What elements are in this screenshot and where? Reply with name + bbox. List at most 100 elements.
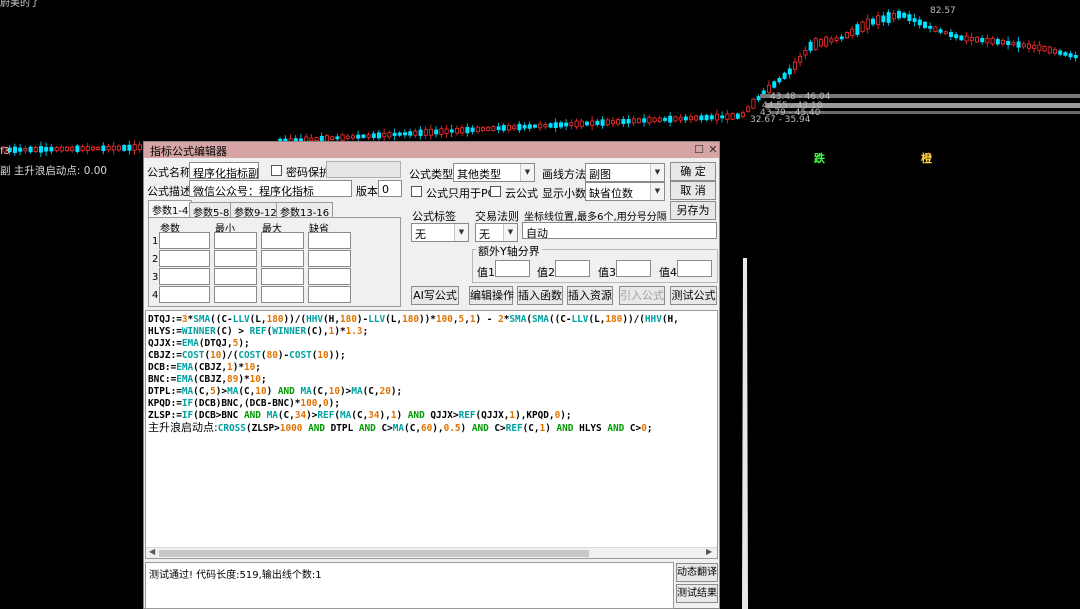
candle-body (605, 119, 610, 126)
ai-write-formula-button[interactable]: AI写公式 (411, 286, 459, 305)
candle-body (746, 106, 751, 112)
candle-body (54, 147, 59, 152)
candle-body (975, 36, 980, 43)
axis-left-label: f3 (0, 146, 10, 157)
chevron-down-icon: ▼ (454, 224, 468, 241)
cloud-formula-checkbox[interactable] (490, 186, 501, 197)
cancel-button[interactable]: 取 消 (670, 181, 716, 200)
candle-body (96, 146, 101, 150)
close-icon[interactable]: ✕ (706, 142, 720, 157)
scrollbar-thumb[interactable] (159, 550, 589, 557)
param-row-number: 3 (152, 272, 159, 283)
candle-body (704, 114, 709, 121)
dynamic-translate-button[interactable]: 动态翻译 (676, 563, 718, 582)
param-default-field[interactable] (308, 286, 351, 303)
param-default-field[interactable] (308, 250, 351, 267)
candle-body (995, 38, 1000, 45)
param-max-field[interactable] (261, 268, 304, 285)
formula-type-label: 公式类型 (409, 168, 453, 181)
test-formula-button[interactable]: 测试公式 (670, 286, 717, 305)
maximize-icon[interactable]: ☐ (692, 142, 706, 157)
value1-field[interactable] (495, 260, 530, 277)
candle-body (1016, 41, 1021, 48)
candle-body (1021, 43, 1026, 48)
code-line: DTQJ:=3*SMA((C-LLV(L,180))/(HHV(H,180)-L… (148, 314, 679, 325)
coord-line-field[interactable]: 自动 (522, 222, 717, 239)
candle-body (39, 146, 44, 153)
param-name-field[interactable] (159, 250, 210, 267)
param-max-field[interactable] (261, 286, 304, 303)
param-min-field[interactable] (214, 286, 257, 303)
pc-only-checkbox[interactable] (411, 186, 422, 197)
import-formula-button[interactable]: 引入公式 (619, 286, 665, 305)
insert-resource-button[interactable]: 插入资源 (567, 286, 613, 305)
code-line: CBJZ:=COST(10)/(COST(80)-COST(10)); (148, 350, 346, 361)
param-max-field[interactable] (261, 250, 304, 267)
trade-rule-select[interactable]: 无 ▼ (475, 223, 518, 242)
candle-body (923, 21, 928, 29)
horizontal-scrollbar[interactable]: ◀ ▶ (146, 547, 717, 558)
value3-field[interactable] (616, 260, 651, 277)
candle-body (600, 119, 605, 126)
formula-type-value: 其他类型 (457, 168, 501, 181)
candle-body (928, 25, 933, 29)
value3-label: 值3 (598, 266, 616, 279)
formula-name-field[interactable]: 程序化指标副 (189, 162, 259, 179)
param-name-field[interactable] (159, 232, 210, 249)
param-default-field[interactable] (308, 232, 351, 249)
candle-body (392, 132, 397, 136)
scroll-right-icon[interactable]: ▶ (706, 547, 712, 556)
candle-body (397, 132, 402, 136)
ok-button[interactable]: 确 定 (670, 162, 716, 181)
formula-tag-label: 公式标签 (412, 210, 456, 223)
code-line: KPQD:=IF(DCB)BNC,(DCB-BNC)*100,0); (148, 398, 340, 409)
candle-body (59, 146, 64, 152)
value4-label: 值4 (659, 266, 677, 279)
formula-tag-select[interactable]: 无 ▼ (411, 223, 469, 242)
param-default-field[interactable] (308, 268, 351, 285)
save-as-button[interactable]: 另存为 (670, 201, 716, 220)
candle-body (1063, 52, 1068, 56)
param-min-field[interactable] (214, 268, 257, 285)
test-result-button[interactable]: 测试结果 (676, 584, 718, 603)
formula-type-select[interactable]: 其他类型 ▼ (453, 163, 535, 182)
param-name-field[interactable] (159, 286, 210, 303)
param-min-field[interactable] (214, 232, 257, 249)
candle-body (798, 56, 803, 63)
tab-params-13-16[interactable]: 参数13-16 (276, 202, 334, 219)
tab-params-9-12[interactable]: 参数9-12 (230, 202, 281, 219)
title-bar[interactable]: 指标公式编辑器 ☐ ✕ (144, 142, 719, 158)
value2-field[interactable] (555, 260, 590, 277)
param-max-field[interactable] (261, 232, 304, 249)
version-field[interactable]: 0 (378, 180, 402, 197)
scroll-left-icon[interactable]: ◀ (149, 547, 155, 556)
candle-body (376, 132, 381, 139)
password-field[interactable] (326, 161, 401, 178)
extra-y-axis-label: 额外Y轴分界 (476, 243, 542, 259)
candle-body (621, 118, 626, 125)
candle-body (548, 123, 553, 128)
code-editor[interactable]: DTQJ:=3*SMA((C-LLV(L,180))/(HHV(H,180)-L… (145, 310, 718, 559)
candle-body (106, 146, 111, 151)
draw-method-select[interactable]: 副图 ▼ (585, 163, 665, 182)
candle-body (668, 115, 673, 123)
candle-body (75, 145, 80, 152)
formula-desc-field[interactable]: 微信公众号：程序化指标 (189, 180, 352, 197)
insert-function-button[interactable]: 插入函数 (517, 286, 563, 305)
value4-field[interactable] (677, 260, 712, 277)
decimals-select[interactable]: 缺省位数 ▼ (585, 182, 665, 201)
password-checkbox[interactable] (271, 165, 282, 176)
candle-body (949, 31, 954, 37)
candle-body (480, 127, 485, 131)
edit-operation-button[interactable]: 编辑操作 (469, 286, 514, 305)
tab-params-5-8[interactable]: 参数5-8 (189, 202, 234, 219)
candle-body (506, 125, 511, 131)
candle-body (725, 113, 730, 120)
tab-params-1-4[interactable]: 参数1-4 (148, 200, 193, 218)
param-name-field[interactable] (159, 268, 210, 285)
candle-body (335, 136, 340, 140)
param-min-field[interactable] (214, 250, 257, 267)
formula-name-label: 公式名称 (147, 166, 191, 179)
candle-body (980, 38, 985, 43)
chart-title-fragment: 蔚美的了 (0, 0, 40, 9)
